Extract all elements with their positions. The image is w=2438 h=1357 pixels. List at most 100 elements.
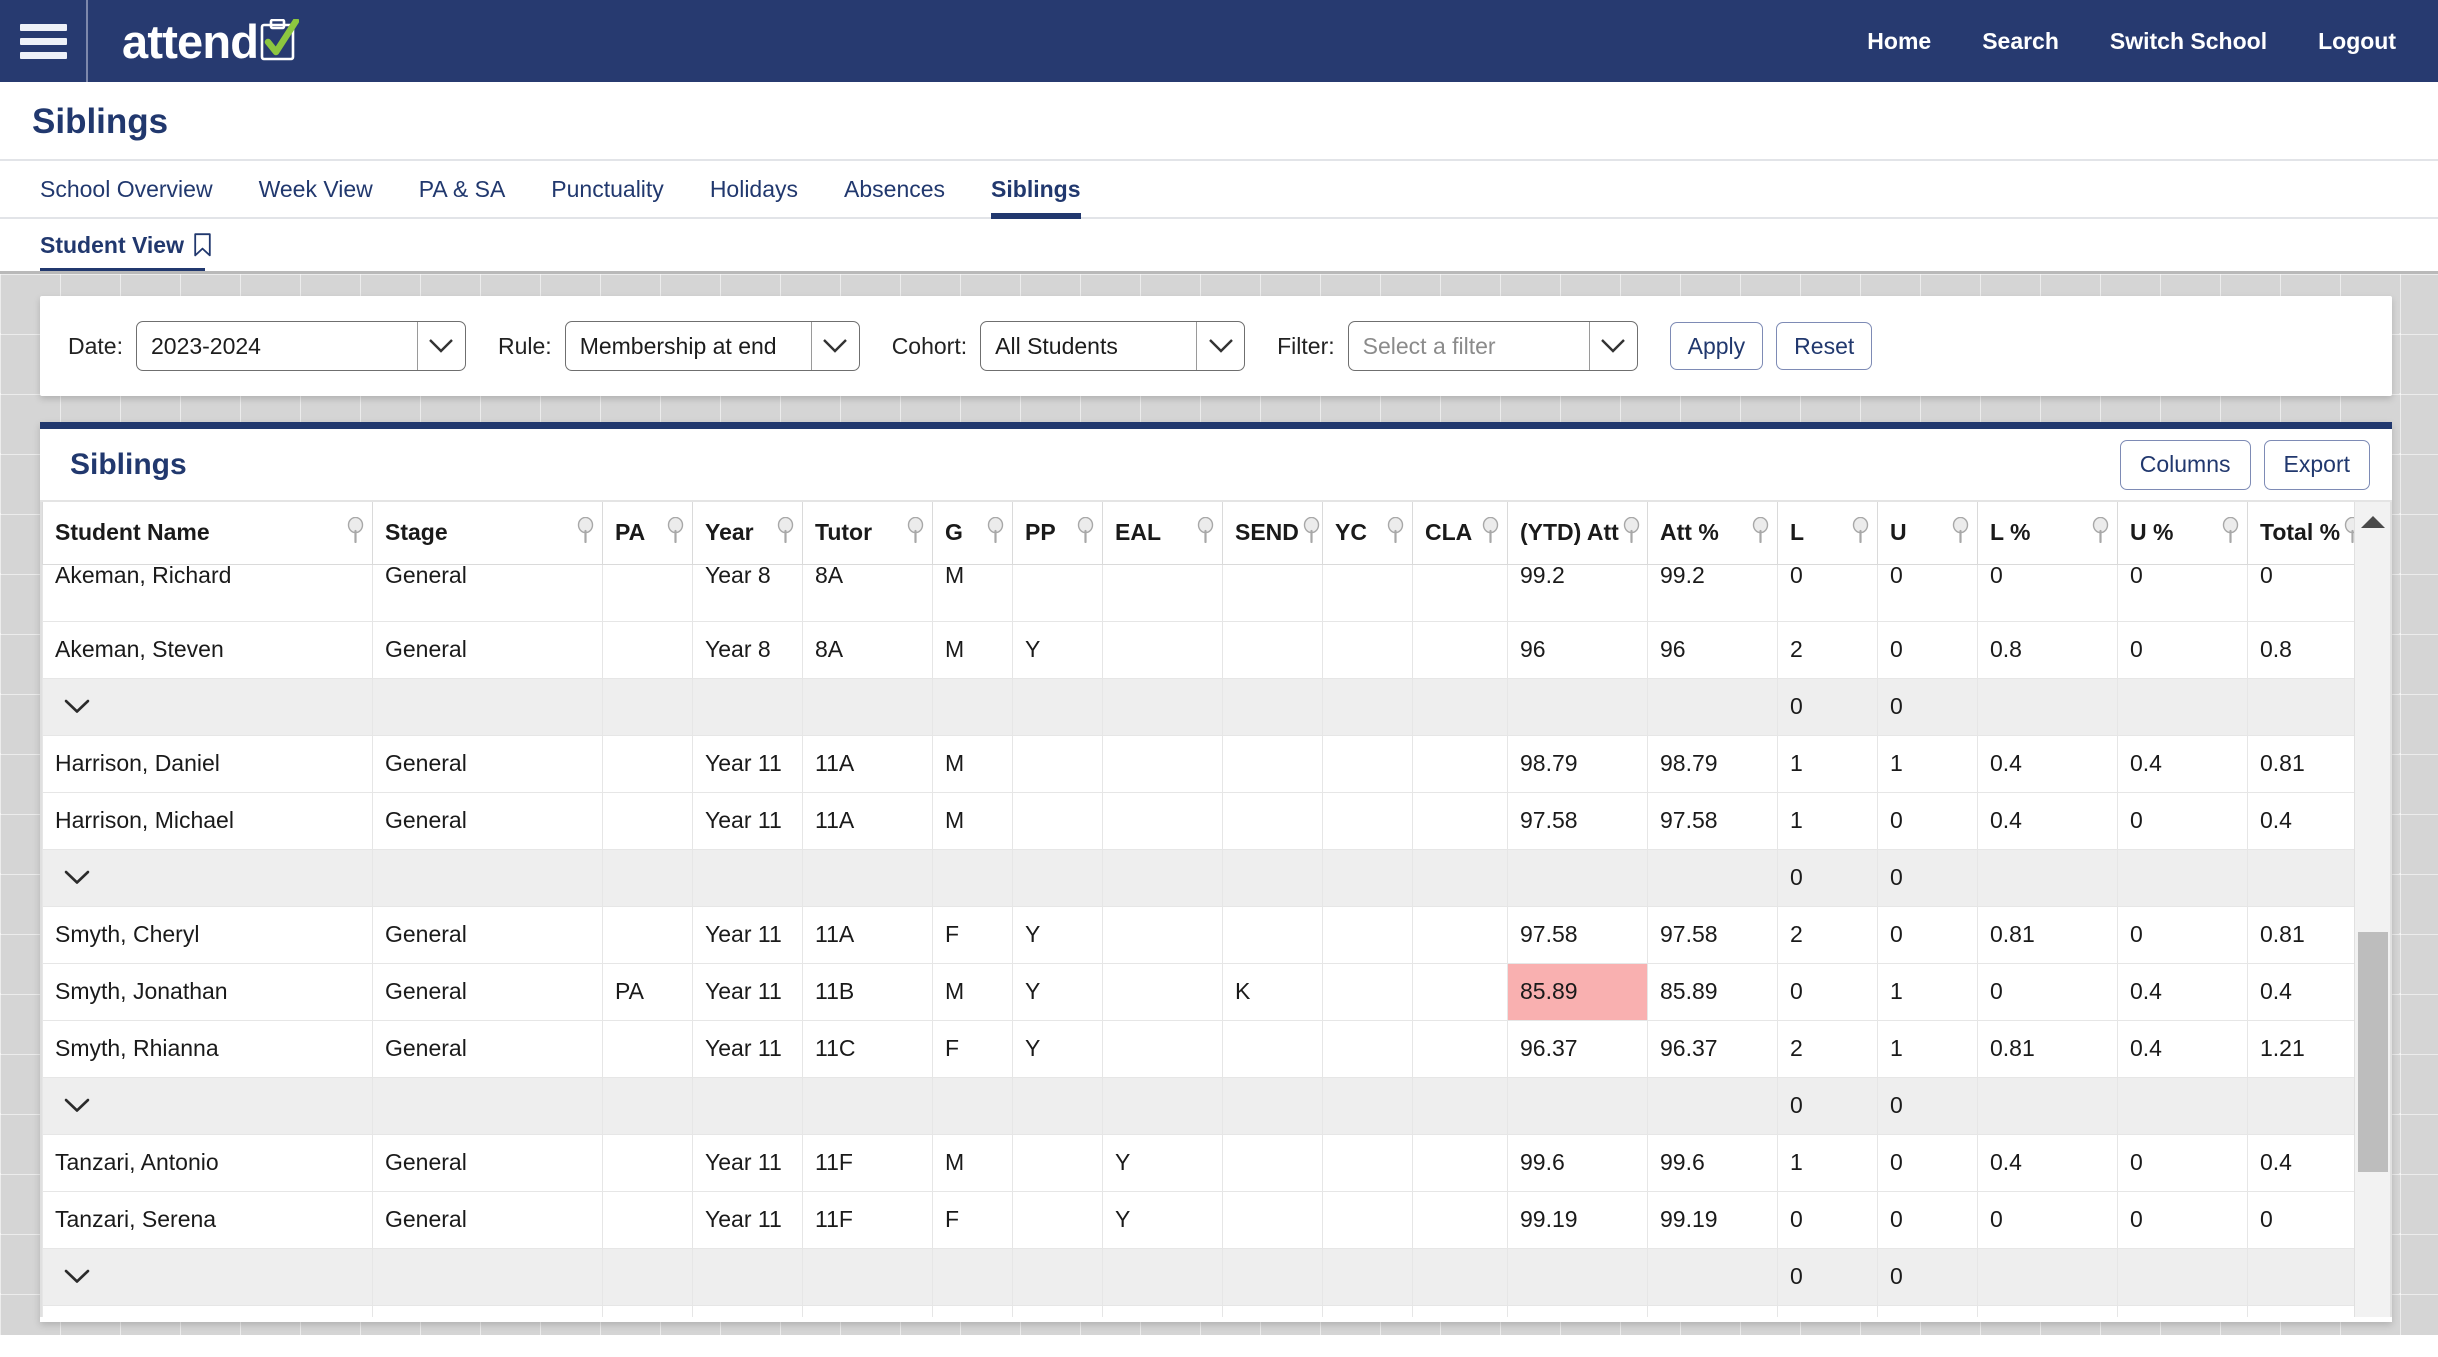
reset-button[interactable]: Reset xyxy=(1776,322,1873,370)
cell-value: 0 xyxy=(1790,564,1803,588)
chevron-down-icon[interactable] xyxy=(1588,322,1637,370)
column-filter-icon[interactable] xyxy=(1197,516,1214,549)
tab-holidays[interactable]: Holidays xyxy=(687,178,821,217)
scrollbar-thumb[interactable] xyxy=(2358,932,2388,1172)
column-filter-icon[interactable] xyxy=(907,516,924,549)
table-row[interactable]: Akeman, Steven General Year 8 8A M Y 96 96 2 0 0.8… xyxy=(42,620,2369,679)
nav-link-switch-school[interactable]: Switch School xyxy=(2110,28,2267,55)
table-cell: 99.2 xyxy=(1647,563,1778,622)
group-cell xyxy=(1012,677,1103,736)
rule-select[interactable]: Membership at end xyxy=(564,321,860,371)
group-cell xyxy=(1322,677,1413,736)
column-header-u[interactable]: U xyxy=(1877,502,1978,565)
nav-link-home[interactable]: Home xyxy=(1867,28,1931,55)
column-header-label: U xyxy=(1890,519,1907,546)
column-header-yc[interactable]: YC xyxy=(1322,502,1413,565)
tab-pa-sa[interactable]: PA & SA xyxy=(396,178,529,217)
column-header-student-name[interactable]: Student Name xyxy=(42,502,373,565)
table-cell xyxy=(602,1019,693,1078)
column-filter-icon[interactable] xyxy=(1952,516,1969,549)
column-header-tutor[interactable]: Tutor xyxy=(802,502,933,565)
column-header-total[interactable]: Total % xyxy=(2247,502,2369,565)
table-row[interactable]: Akeman, Richard General Year 8 8A M 99.2 99.2 0… xyxy=(42,563,2369,622)
column-filter-icon[interactable] xyxy=(1623,516,1640,549)
table-cell: 0 xyxy=(2117,905,2248,964)
cohort-select[interactable]: All Students xyxy=(980,321,1246,371)
column-header-year[interactable]: Year xyxy=(692,502,803,565)
tab-school-overview[interactable]: School Overview xyxy=(36,178,236,217)
table-row[interactable]: Tanzari, Antonio General Year 11 11F M Y 99.6 9… xyxy=(42,1133,2369,1192)
column-header-pp[interactable]: PP xyxy=(1012,502,1103,565)
table-cell: 0 xyxy=(1877,563,1978,622)
table-cell: 0 xyxy=(2117,1133,2248,1192)
filter-select[interactable]: Select a filter xyxy=(1347,321,1638,371)
table-cell: 0 xyxy=(1977,563,2118,622)
column-filter-icon[interactable] xyxy=(987,516,1004,549)
column-header-l[interactable]: L % xyxy=(1977,502,2118,565)
column-header-ytd-att[interactable]: (YTD) Att xyxy=(1507,502,1648,565)
table-cell xyxy=(1412,734,1508,793)
chevron-down-icon[interactable] xyxy=(55,866,90,889)
column-filter-icon[interactable] xyxy=(1852,516,1869,549)
table-row[interactable]: Zazwisko, AnastasiaGeneral Year 1111BF Y 97… xyxy=(42,1304,2369,1317)
column-filter-icon[interactable] xyxy=(1303,516,1320,549)
group-cell xyxy=(602,1247,693,1306)
nav-link-logout[interactable]: Logout xyxy=(2318,28,2396,55)
tab-week-view[interactable]: Week View xyxy=(236,178,396,217)
column-header-stage[interactable]: Stage xyxy=(372,502,603,565)
brand-logo[interactable]: attend xyxy=(88,0,300,82)
nav-link-search[interactable]: Search xyxy=(1982,28,2059,55)
column-header-eal[interactable]: EAL xyxy=(1102,502,1223,565)
column-header-u[interactable]: U % xyxy=(2117,502,2248,565)
column-filter-icon[interactable] xyxy=(2092,516,2109,549)
cell-value: 0 xyxy=(2130,1149,2143,1175)
tab-student-view[interactable]: Student View xyxy=(40,233,215,274)
column-header-g[interactable]: G xyxy=(932,502,1013,565)
table-row[interactable]: Harrison, Daniel General Year 11 11A M 98.79 9… xyxy=(42,734,2369,793)
tab-absences[interactable]: Absences xyxy=(821,178,968,217)
table-row[interactable]: Smyth, Cheryl General Year 11 11A F Y 97.58 97.… xyxy=(42,905,2369,964)
date-select[interactable]: 2023-2024 xyxy=(135,321,466,371)
chevron-down-icon[interactable] xyxy=(55,695,90,718)
columns-button[interactable]: Columns xyxy=(2119,439,2251,490)
table-row[interactable]: Smyth, Jonathan General PA Year 11 11B M Y K 85.… xyxy=(42,962,2369,1021)
chevron-down-icon[interactable] xyxy=(1196,322,1244,370)
chevron-down-icon[interactable] xyxy=(55,1094,90,1117)
column-filter-icon[interactable] xyxy=(1482,516,1499,549)
tab-punctuality[interactable]: Punctuality xyxy=(528,178,687,217)
column-header-l[interactable]: L xyxy=(1777,502,1878,565)
column-filter-icon[interactable] xyxy=(1752,516,1769,549)
group-separator-row[interactable]: 00 xyxy=(42,677,2369,736)
chevron-down-icon[interactable] xyxy=(810,322,859,370)
chevron-down-icon[interactable] xyxy=(55,1265,90,1288)
column-header-cla[interactable]: CLA xyxy=(1412,502,1508,565)
chevron-down-icon[interactable] xyxy=(416,322,465,370)
column-filter-icon[interactable] xyxy=(577,516,594,549)
cell-value: 0 xyxy=(2130,636,2143,662)
column-filter-icon[interactable] xyxy=(777,516,794,549)
column-filter-icon[interactable] xyxy=(667,516,684,549)
table-row[interactable]: Harrison, Michael General Year 11 11A M 97.58… xyxy=(42,791,2369,850)
table-row[interactable]: Tanzari, Serena General Year 11 11F F Y 99.19 9… xyxy=(42,1190,2369,1249)
table-cell: 85.89 xyxy=(1507,962,1648,1021)
group-separator-row[interactable]: 00 xyxy=(42,848,2369,907)
group-separator-row[interactable]: 00 xyxy=(42,1076,2369,1135)
bookmark-icon[interactable] xyxy=(194,233,211,257)
table-cell xyxy=(1102,620,1223,679)
column-filter-icon[interactable] xyxy=(347,516,364,549)
column-header-att[interactable]: Att % xyxy=(1647,502,1778,565)
hamburger-menu-icon[interactable] xyxy=(0,0,88,82)
scroll-up-arrow-icon[interactable] xyxy=(2360,516,2385,528)
tab-siblings[interactable]: Siblings xyxy=(968,178,1103,219)
table-row[interactable]: Smyth, Rhianna General Year 11 11C F Y 96.37 96… xyxy=(42,1019,2369,1078)
column-filter-icon[interactable] xyxy=(1077,516,1094,549)
column-header-pa[interactable]: PA xyxy=(602,502,693,565)
column-filter-icon[interactable] xyxy=(2222,516,2239,549)
column-header-send[interactable]: SEND xyxy=(1222,502,1323,565)
column-header-label: PA xyxy=(615,519,646,546)
apply-button[interactable]: Apply xyxy=(1669,322,1764,370)
vertical-scrollbar[interactable] xyxy=(2354,502,2390,1317)
group-separator-row[interactable]: 00 xyxy=(42,1247,2369,1306)
column-filter-icon[interactable] xyxy=(1387,516,1404,549)
export-button[interactable]: Export xyxy=(2263,439,2370,490)
